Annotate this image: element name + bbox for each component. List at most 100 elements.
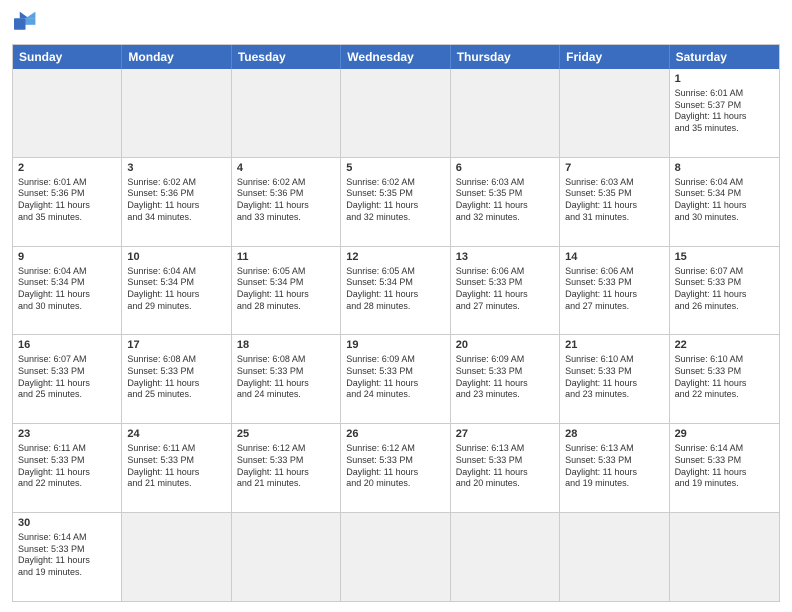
calendar-cell-30: 30Sunrise: 6:14 AM Sunset: 5:33 PM Dayli…	[13, 513, 122, 601]
day-number: 1	[675, 72, 774, 87]
calendar-cell-6: 6Sunrise: 6:03 AM Sunset: 5:35 PM Daylig…	[451, 158, 560, 246]
day-info: Sunrise: 6:06 AM Sunset: 5:33 PM Dayligh…	[456, 266, 554, 313]
calendar-cell-empty-0-5	[560, 69, 669, 157]
day-info: Sunrise: 6:02 AM Sunset: 5:35 PM Dayligh…	[346, 177, 444, 224]
calendar-cell-15: 15Sunrise: 6:07 AM Sunset: 5:33 PM Dayli…	[670, 247, 779, 335]
day-info: Sunrise: 6:08 AM Sunset: 5:33 PM Dayligh…	[127, 354, 225, 401]
calendar-cell-empty-5-1	[122, 513, 231, 601]
day-info: Sunrise: 6:14 AM Sunset: 5:33 PM Dayligh…	[675, 443, 774, 490]
calendar-cell-7: 7Sunrise: 6:03 AM Sunset: 5:35 PM Daylig…	[560, 158, 669, 246]
calendar-cell-19: 19Sunrise: 6:09 AM Sunset: 5:33 PM Dayli…	[341, 335, 450, 423]
day-number: 14	[565, 250, 663, 265]
calendar-cell-25: 25Sunrise: 6:12 AM Sunset: 5:33 PM Dayli…	[232, 424, 341, 512]
day-number: 24	[127, 427, 225, 442]
day-info: Sunrise: 6:03 AM Sunset: 5:35 PM Dayligh…	[565, 177, 663, 224]
calendar-header: SundayMondayTuesdayWednesdayThursdayFrid…	[13, 45, 779, 69]
day-info: Sunrise: 6:12 AM Sunset: 5:33 PM Dayligh…	[237, 443, 335, 490]
calendar: SundayMondayTuesdayWednesdayThursdayFrid…	[12, 44, 780, 602]
calendar-row-1: 2Sunrise: 6:01 AM Sunset: 5:36 PM Daylig…	[13, 157, 779, 246]
day-number: 30	[18, 516, 116, 531]
calendar-cell-5: 5Sunrise: 6:02 AM Sunset: 5:35 PM Daylig…	[341, 158, 450, 246]
calendar-cell-21: 21Sunrise: 6:10 AM Sunset: 5:33 PM Dayli…	[560, 335, 669, 423]
calendar-cell-4: 4Sunrise: 6:02 AM Sunset: 5:36 PM Daylig…	[232, 158, 341, 246]
calendar-cell-26: 26Sunrise: 6:12 AM Sunset: 5:33 PM Dayli…	[341, 424, 450, 512]
day-number: 23	[18, 427, 116, 442]
day-number: 21	[565, 338, 663, 353]
day-number: 7	[565, 161, 663, 176]
day-number: 10	[127, 250, 225, 265]
calendar-cell-empty-5-5	[560, 513, 669, 601]
day-number: 27	[456, 427, 554, 442]
calendar-cell-empty-5-6	[670, 513, 779, 601]
day-info: Sunrise: 6:07 AM Sunset: 5:33 PM Dayligh…	[18, 354, 116, 401]
day-number: 25	[237, 427, 335, 442]
day-info: Sunrise: 6:11 AM Sunset: 5:33 PM Dayligh…	[127, 443, 225, 490]
day-info: Sunrise: 6:03 AM Sunset: 5:35 PM Dayligh…	[456, 177, 554, 224]
day-number: 8	[675, 161, 774, 176]
calendar-body: 1Sunrise: 6:01 AM Sunset: 5:37 PM Daylig…	[13, 69, 779, 601]
day-info: Sunrise: 6:05 AM Sunset: 5:34 PM Dayligh…	[237, 266, 335, 313]
calendar-cell-empty-0-3	[341, 69, 450, 157]
day-number: 11	[237, 250, 335, 265]
calendar-cell-empty-5-2	[232, 513, 341, 601]
calendar-cell-empty-0-1	[122, 69, 231, 157]
day-number: 15	[675, 250, 774, 265]
header-day-friday: Friday	[560, 45, 669, 69]
day-info: Sunrise: 6:04 AM Sunset: 5:34 PM Dayligh…	[675, 177, 774, 224]
calendar-cell-23: 23Sunrise: 6:11 AM Sunset: 5:33 PM Dayli…	[13, 424, 122, 512]
calendar-row-3: 16Sunrise: 6:07 AM Sunset: 5:33 PM Dayli…	[13, 334, 779, 423]
calendar-row-4: 23Sunrise: 6:11 AM Sunset: 5:33 PM Dayli…	[13, 423, 779, 512]
day-number: 12	[346, 250, 444, 265]
day-info: Sunrise: 6:04 AM Sunset: 5:34 PM Dayligh…	[127, 266, 225, 313]
day-info: Sunrise: 6:02 AM Sunset: 5:36 PM Dayligh…	[127, 177, 225, 224]
header-day-tuesday: Tuesday	[232, 45, 341, 69]
calendar-cell-3: 3Sunrise: 6:02 AM Sunset: 5:36 PM Daylig…	[122, 158, 231, 246]
calendar-cell-10: 10Sunrise: 6:04 AM Sunset: 5:34 PM Dayli…	[122, 247, 231, 335]
calendar-cell-24: 24Sunrise: 6:11 AM Sunset: 5:33 PM Dayli…	[122, 424, 231, 512]
day-number: 3	[127, 161, 225, 176]
header-day-sunday: Sunday	[13, 45, 122, 69]
day-number: 4	[237, 161, 335, 176]
header-day-saturday: Saturday	[670, 45, 779, 69]
day-info: Sunrise: 6:02 AM Sunset: 5:36 PM Dayligh…	[237, 177, 335, 224]
calendar-cell-13: 13Sunrise: 6:06 AM Sunset: 5:33 PM Dayli…	[451, 247, 560, 335]
day-number: 28	[565, 427, 663, 442]
day-info: Sunrise: 6:14 AM Sunset: 5:33 PM Dayligh…	[18, 532, 116, 579]
calendar-cell-20: 20Sunrise: 6:09 AM Sunset: 5:33 PM Dayli…	[451, 335, 560, 423]
calendar-cell-22: 22Sunrise: 6:10 AM Sunset: 5:33 PM Dayli…	[670, 335, 779, 423]
day-info: Sunrise: 6:06 AM Sunset: 5:33 PM Dayligh…	[565, 266, 663, 313]
calendar-cell-2: 2Sunrise: 6:01 AM Sunset: 5:36 PM Daylig…	[13, 158, 122, 246]
header-day-monday: Monday	[122, 45, 231, 69]
calendar-cell-empty-0-2	[232, 69, 341, 157]
day-number: 16	[18, 338, 116, 353]
logo-icon	[12, 10, 44, 38]
calendar-cell-12: 12Sunrise: 6:05 AM Sunset: 5:34 PM Dayli…	[341, 247, 450, 335]
header	[12, 10, 780, 38]
day-info: Sunrise: 6:09 AM Sunset: 5:33 PM Dayligh…	[346, 354, 444, 401]
calendar-cell-18: 18Sunrise: 6:08 AM Sunset: 5:33 PM Dayli…	[232, 335, 341, 423]
calendar-cell-9: 9Sunrise: 6:04 AM Sunset: 5:34 PM Daylig…	[13, 247, 122, 335]
calendar-row-2: 9Sunrise: 6:04 AM Sunset: 5:34 PM Daylig…	[13, 246, 779, 335]
day-info: Sunrise: 6:10 AM Sunset: 5:33 PM Dayligh…	[565, 354, 663, 401]
day-number: 18	[237, 338, 335, 353]
calendar-cell-8: 8Sunrise: 6:04 AM Sunset: 5:34 PM Daylig…	[670, 158, 779, 246]
day-info: Sunrise: 6:10 AM Sunset: 5:33 PM Dayligh…	[675, 354, 774, 401]
page: SundayMondayTuesdayWednesdayThursdayFrid…	[0, 0, 792, 612]
day-info: Sunrise: 6:01 AM Sunset: 5:37 PM Dayligh…	[675, 88, 774, 135]
day-number: 20	[456, 338, 554, 353]
day-info: Sunrise: 6:04 AM Sunset: 5:34 PM Dayligh…	[18, 266, 116, 313]
day-info: Sunrise: 6:12 AM Sunset: 5:33 PM Dayligh…	[346, 443, 444, 490]
day-info: Sunrise: 6:01 AM Sunset: 5:36 PM Dayligh…	[18, 177, 116, 224]
calendar-row-0: 1Sunrise: 6:01 AM Sunset: 5:37 PM Daylig…	[13, 69, 779, 157]
day-info: Sunrise: 6:11 AM Sunset: 5:33 PM Dayligh…	[18, 443, 116, 490]
calendar-cell-29: 29Sunrise: 6:14 AM Sunset: 5:33 PM Dayli…	[670, 424, 779, 512]
day-info: Sunrise: 6:07 AM Sunset: 5:33 PM Dayligh…	[675, 266, 774, 313]
day-info: Sunrise: 6:13 AM Sunset: 5:33 PM Dayligh…	[565, 443, 663, 490]
logo	[12, 10, 48, 38]
day-number: 5	[346, 161, 444, 176]
calendar-cell-empty-0-0	[13, 69, 122, 157]
calendar-cell-empty-5-3	[341, 513, 450, 601]
calendar-cell-27: 27Sunrise: 6:13 AM Sunset: 5:33 PM Dayli…	[451, 424, 560, 512]
day-number: 19	[346, 338, 444, 353]
day-number: 29	[675, 427, 774, 442]
